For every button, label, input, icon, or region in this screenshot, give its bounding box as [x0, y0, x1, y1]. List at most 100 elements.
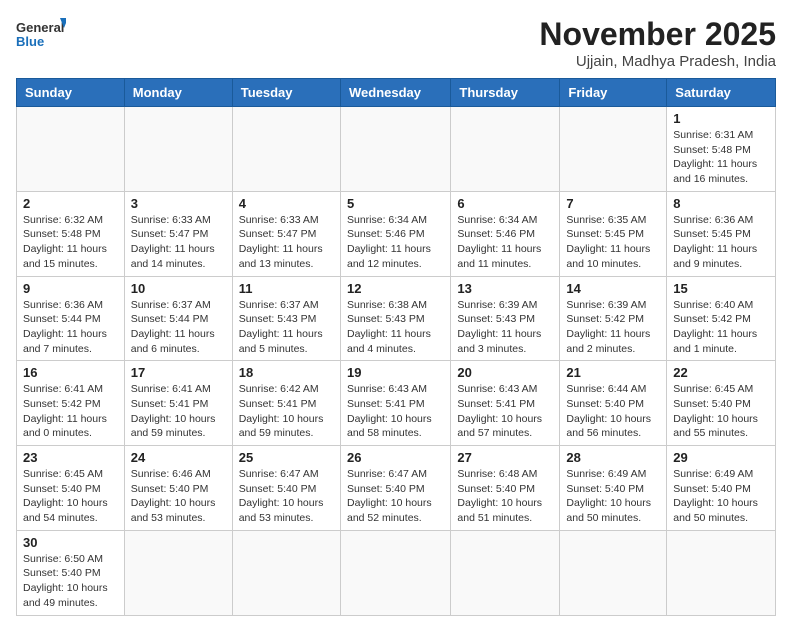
day-17: 17 Sunrise: 6:41 AM Sunset: 5:41 PM Dayli… — [124, 361, 232, 446]
day-number: 18 — [239, 365, 334, 380]
day-3: 3Sunrise: 6:33 AM Sunset: 5:47 PM Daylig… — [124, 191, 232, 276]
day-info: Sunrise: 6:39 AM Sunset: 5:43 PM Dayligh… — [457, 298, 553, 357]
logo-svg: General Blue — [16, 16, 66, 60]
day-info: Sunrise: 6:41 AM Sunset: 5:42 PM Dayligh… — [23, 382, 118, 441]
day-6: 6 Sunrise: 6:34 AM Sunset: 5:46 PM Daylig… — [451, 191, 560, 276]
day-number: 26 — [347, 450, 444, 465]
day-29: 29Sunrise: 6:49 AM Sunset: 5:40 PM Dayli… — [667, 446, 776, 531]
day-number: 6 — [457, 196, 553, 211]
calendar-week-row: 30Sunrise: 6:50 AM Sunset: 5:40 PM Dayli… — [17, 530, 776, 615]
day-number: 24 — [131, 450, 226, 465]
empty-cell — [340, 107, 450, 192]
day-info: Sunrise: 6:50 AM Sunset: 5:40 PM Dayligh… — [23, 552, 118, 611]
day-11: 11Sunrise: 6:37 AM Sunset: 5:43 PM Dayli… — [232, 276, 340, 361]
day-number: 14 — [566, 281, 660, 296]
day-number: 5 — [347, 196, 444, 211]
day-number: 4 — [239, 196, 334, 211]
day-info: Sunrise: 6:46 AM Sunset: 5:40 PM Dayligh… — [131, 467, 226, 526]
empty-cell — [17, 107, 125, 192]
day-info: Sunrise: 6:42 AM Sunset: 5:41 PM Dayligh… — [239, 382, 334, 441]
header-wednesday: Wednesday — [340, 79, 450, 107]
calendar-body: 1 Sunrise: 6:31 AM Sunset: 5:48 PM Daylig… — [17, 107, 776, 616]
header-monday: Monday — [124, 79, 232, 107]
day-info: Sunrise: 6:43 AM Sunset: 5:41 PM Dayligh… — [347, 382, 444, 441]
day-number: 17 — [131, 365, 226, 380]
svg-text:General: General — [16, 20, 64, 35]
day-number: 23 — [23, 450, 118, 465]
day-5: 5 Sunrise: 6:34 AM Sunset: 5:46 PM Daylig… — [340, 191, 450, 276]
day-24: 24 Sunrise: 6:46 AM Sunset: 5:40 PM Dayli… — [124, 446, 232, 531]
day-info: Sunrise: 6:35 AM Sunset: 5:45 PM Dayligh… — [566, 213, 660, 272]
day-number: 15 — [673, 281, 769, 296]
day-info: Sunrise: 6:31 AM Sunset: 5:48 PM Dayligh… — [673, 128, 769, 187]
day-info: Sunrise: 6:41 AM Sunset: 5:41 PM Dayligh… — [131, 382, 226, 441]
day-20: 20 Sunrise: 6:43 AM Sunset: 5:41 PM Dayli… — [451, 361, 560, 446]
header-tuesday: Tuesday — [232, 79, 340, 107]
day-23: 23 Sunrise: 6:45 AM Sunset: 5:40 PM Dayli… — [17, 446, 125, 531]
day-number: 29 — [673, 450, 769, 465]
day-14: 14 Sunrise: 6:39 AM Sunset: 5:42 PM Dayli… — [560, 276, 667, 361]
header-saturday: Saturday — [667, 79, 776, 107]
calendar-week-row: 1 Sunrise: 6:31 AM Sunset: 5:48 PM Daylig… — [17, 107, 776, 192]
day-number: 1 — [673, 111, 769, 126]
page-header: General Blue November 2025 Ujjain, Madhy… — [16, 16, 776, 70]
empty-cell — [451, 107, 560, 192]
day-info: Sunrise: 6:38 AM Sunset: 5:43 PM Dayligh… — [347, 298, 444, 357]
day-number: 7 — [566, 196, 660, 211]
day-15: 15Sunrise: 6:40 AM Sunset: 5:42 PM Dayli… — [667, 276, 776, 361]
day-info: Sunrise: 6:39 AM Sunset: 5:42 PM Dayligh… — [566, 298, 660, 357]
day-info: Sunrise: 6:32 AM Sunset: 5:48 PM Dayligh… — [23, 213, 118, 272]
day-7: 7 Sunrise: 6:35 AM Sunset: 5:45 PM Daylig… — [560, 191, 667, 276]
day-number: 22 — [673, 365, 769, 380]
day-info: Sunrise: 6:48 AM Sunset: 5:40 PM Dayligh… — [457, 467, 553, 526]
location: Ujjain, Madhya Pradesh, India — [539, 53, 776, 70]
day-21: 21 Sunrise: 6:44 AM Sunset: 5:40 PM Dayli… — [560, 361, 667, 446]
empty-cell — [451, 530, 560, 615]
day-number: 11 — [239, 281, 334, 296]
day-18: 18 Sunrise: 6:42 AM Sunset: 5:41 PM Dayli… — [232, 361, 340, 446]
day-info: Sunrise: 6:34 AM Sunset: 5:46 PM Dayligh… — [457, 213, 553, 272]
logo: General Blue — [16, 16, 66, 60]
empty-cell — [560, 107, 667, 192]
day-info: Sunrise: 6:44 AM Sunset: 5:40 PM Dayligh… — [566, 382, 660, 441]
day-number: 8 — [673, 196, 769, 211]
day-info: Sunrise: 6:36 AM Sunset: 5:45 PM Dayligh… — [673, 213, 769, 272]
empty-cell — [232, 107, 340, 192]
day-info: Sunrise: 6:36 AM Sunset: 5:44 PM Dayligh… — [23, 298, 118, 357]
day-info: Sunrise: 6:37 AM Sunset: 5:44 PM Dayligh… — [131, 298, 226, 357]
day-info: Sunrise: 6:49 AM Sunset: 5:40 PM Dayligh… — [566, 467, 660, 526]
day-26: 26 Sunrise: 6:47 AM Sunset: 5:40 PM Dayli… — [340, 446, 450, 531]
header-thursday: Thursday — [451, 79, 560, 107]
day-number: 2 — [23, 196, 118, 211]
day-8: 8 Sunrise: 6:36 AM Sunset: 5:45 PM Daylig… — [667, 191, 776, 276]
empty-cell — [124, 530, 232, 615]
day-number: 21 — [566, 365, 660, 380]
empty-cell — [232, 530, 340, 615]
day-4: 4Sunrise: 6:33 AM Sunset: 5:47 PM Daylig… — [232, 191, 340, 276]
day-number: 20 — [457, 365, 553, 380]
empty-cell — [340, 530, 450, 615]
calendar-week-row: 23 Sunrise: 6:45 AM Sunset: 5:40 PM Dayli… — [17, 446, 776, 531]
day-info: Sunrise: 6:34 AM Sunset: 5:46 PM Dayligh… — [347, 213, 444, 272]
day-info: Sunrise: 6:45 AM Sunset: 5:40 PM Dayligh… — [23, 467, 118, 526]
calendar-header: SundayMondayTuesdayWednesdayThursdayFrid… — [17, 79, 776, 107]
calendar-week-row: 16Sunrise: 6:41 AM Sunset: 5:42 PM Dayli… — [17, 361, 776, 446]
day-number: 27 — [457, 450, 553, 465]
header-row: SundayMondayTuesdayWednesdayThursdayFrid… — [17, 79, 776, 107]
calendar-week-row: 2 Sunrise: 6:32 AM Sunset: 5:48 PM Daylig… — [17, 191, 776, 276]
day-info: Sunrise: 6:45 AM Sunset: 5:40 PM Dayligh… — [673, 382, 769, 441]
header-sunday: Sunday — [17, 79, 125, 107]
calendar-week-row: 9Sunrise: 6:36 AM Sunset: 5:44 PM Daylig… — [17, 276, 776, 361]
day-10: 10Sunrise: 6:37 AM Sunset: 5:44 PM Dayli… — [124, 276, 232, 361]
title-area: November 2025 Ujjain, Madhya Pradesh, In… — [539, 16, 776, 70]
day-13: 13Sunrise: 6:39 AM Sunset: 5:43 PM Dayli… — [451, 276, 560, 361]
day-number: 19 — [347, 365, 444, 380]
day-info: Sunrise: 6:43 AM Sunset: 5:41 PM Dayligh… — [457, 382, 553, 441]
day-1: 1 Sunrise: 6:31 AM Sunset: 5:48 PM Daylig… — [667, 107, 776, 192]
day-number: 12 — [347, 281, 444, 296]
day-info: Sunrise: 6:47 AM Sunset: 5:40 PM Dayligh… — [239, 467, 334, 526]
day-19: 19 Sunrise: 6:43 AM Sunset: 5:41 PM Dayli… — [340, 361, 450, 446]
empty-cell — [560, 530, 667, 615]
day-info: Sunrise: 6:47 AM Sunset: 5:40 PM Dayligh… — [347, 467, 444, 526]
day-12: 12 Sunrise: 6:38 AM Sunset: 5:43 PM Dayli… — [340, 276, 450, 361]
